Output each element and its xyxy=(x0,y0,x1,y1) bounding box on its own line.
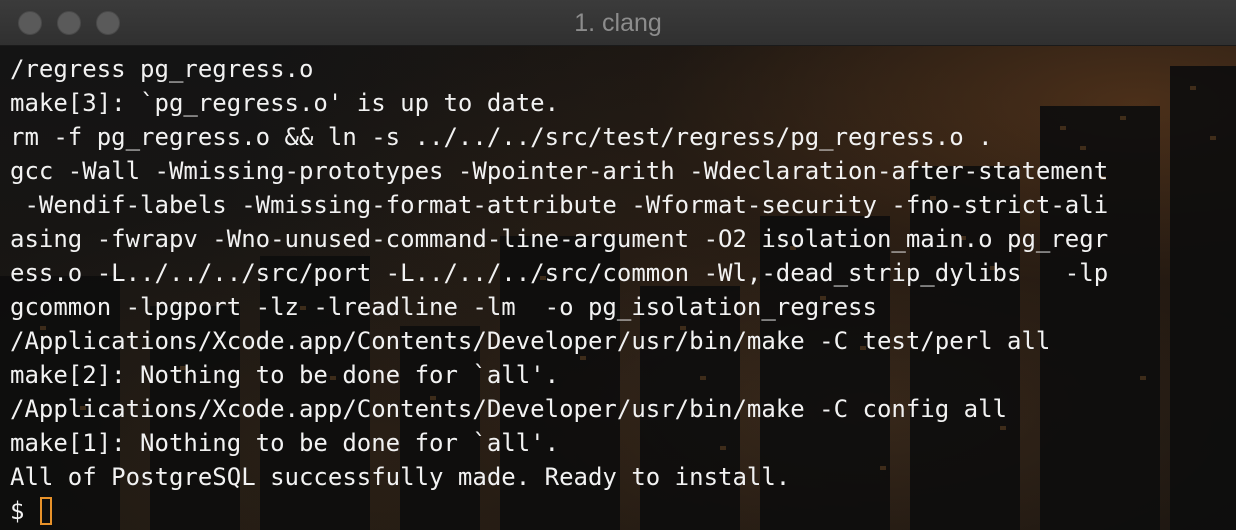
text-cursor xyxy=(40,497,53,525)
output-line: make[3]: `pg_regress.o' is up to date. xyxy=(10,89,560,117)
output-line: All of PostgreSQL successfully made. Rea… xyxy=(10,463,791,491)
command-prompt-line[interactable]: $ xyxy=(10,494,1108,528)
output-line: gcc -Wall -Wmissing-prototypes -Wpointer… xyxy=(10,157,1109,185)
prompt-symbol: $ xyxy=(10,497,25,525)
title-bar[interactable]: 1. clang xyxy=(0,0,1236,46)
output-line: make[1]: Nothing to be done for `all'. xyxy=(10,429,560,457)
output-line: /regress pg_regress.o xyxy=(10,55,314,83)
output-line: /Applications/Xcode.app/Contents/Develop… xyxy=(10,327,1051,355)
terminal-window: 1. clang /regress pg_regress.o make[3]: … xyxy=(0,0,1236,530)
output-line: asing -fwrapv -Wno-unused-command-line-a… xyxy=(10,225,1109,253)
output-line: /Applications/Xcode.app/Contents/Develop… xyxy=(10,395,1007,423)
output-line: make[2]: Nothing to be done for `all'. xyxy=(10,361,560,389)
window-title: 1. clang xyxy=(574,9,662,37)
output-line: -Wendif-labels -Wmissing-format-attribut… xyxy=(10,191,1109,219)
output-line: rm -f pg_regress.o && ln -s ../../../src… xyxy=(10,123,993,151)
output-line: ess.o -L../../../src/port -L../../../src… xyxy=(10,259,1109,287)
terminal-output-area[interactable]: /regress pg_regress.o make[3]: `pg_regre… xyxy=(0,46,1236,530)
output-line: gcommon -lpgport -lz -lreadline -lm -o p… xyxy=(10,293,877,321)
terminal-lines: /regress pg_regress.o make[3]: `pg_regre… xyxy=(10,52,1108,528)
